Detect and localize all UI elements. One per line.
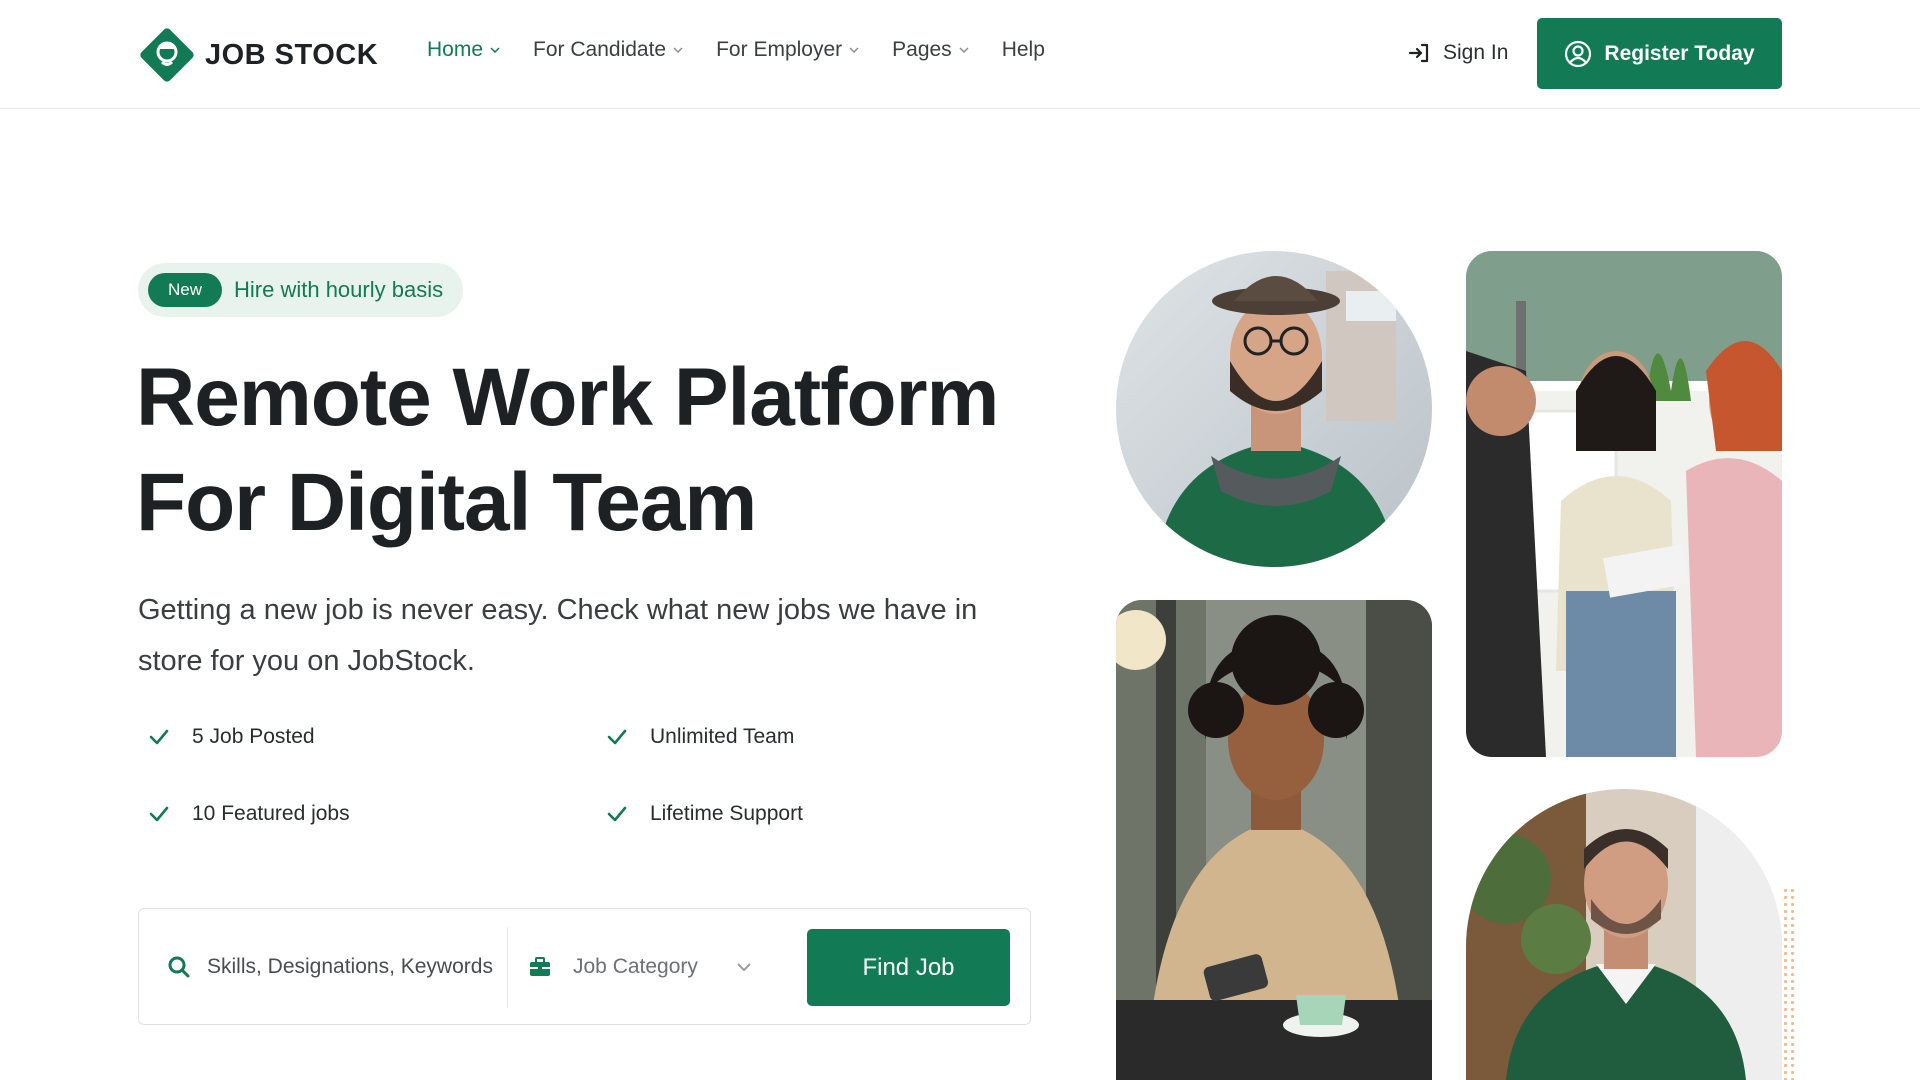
chevron-down-icon: [737, 963, 751, 972]
briefcase-icon: [530, 957, 550, 976]
feature-item: Unlimited Team: [606, 725, 794, 749]
search-divider: [507, 927, 508, 1008]
hero-badge: New Hire with hourly basis: [138, 263, 464, 317]
woman-with-phone-photo: [1116, 600, 1432, 1080]
job-category-select[interactable]: Job Category: [573, 947, 753, 987]
register-label: Register Today: [1604, 41, 1755, 65]
man-with-hat-photo: [1116, 251, 1432, 567]
feature-item: 10 Featured jobs: [148, 802, 350, 826]
check-icon: [607, 806, 627, 822]
main-nav: Home For Candidate For Employer Pages He…: [427, 38, 1077, 62]
nav-item-help[interactable]: Help: [1002, 38, 1045, 62]
team-meeting-photo: [1466, 251, 1782, 757]
job-category-label: Job Category: [573, 955, 698, 978]
user-circle-icon: [1565, 40, 1592, 67]
site-header: JOB STOCK Home For Candidate For Employe…: [0, 0, 1920, 109]
chevron-down-icon: [959, 47, 969, 54]
nav-item-pages[interactable]: Pages: [892, 38, 970, 62]
sign-in-label: Sign In: [1443, 41, 1509, 64]
feature-item: 5 Job Posted: [148, 725, 315, 749]
brand-name: JOB STOCK: [205, 38, 379, 71]
feature-label: 10 Featured jobs: [192, 802, 350, 825]
chevron-down-icon: [673, 47, 683, 54]
nav-item-label: For Candidate: [533, 38, 667, 61]
nav-item-home[interactable]: Home: [427, 38, 501, 62]
feature-label: 5 Job Posted: [192, 725, 315, 748]
find-job-button[interactable]: Find Job: [807, 929, 1010, 1006]
chevron-down-icon: [490, 47, 500, 54]
nav-item-for-employer[interactable]: For Employer: [716, 38, 860, 62]
feature-label: Unlimited Team: [650, 725, 795, 748]
check-icon: [149, 729, 169, 745]
check-icon: [149, 806, 169, 822]
sign-in-icon: [1408, 43, 1429, 63]
check-icon: [607, 729, 627, 745]
nav-item-label: For Employer: [716, 38, 843, 61]
job-search-bar: Job Category Find Job: [138, 908, 1031, 1025]
hero-title-line-1: Remote Work Platform: [136, 352, 999, 443]
nav-item-for-candidate[interactable]: For Candidate: [533, 38, 684, 62]
decorative-dots: [1782, 887, 1794, 1080]
register-button[interactable]: Register Today: [1537, 18, 1782, 89]
hero-title-line-2: For Digital Team: [136, 457, 757, 548]
feature-label: Lifetime Support: [650, 802, 803, 825]
search-icon: [168, 956, 190, 978]
hero-subtitle: Getting a new job is never easy. Check w…: [138, 594, 978, 677]
nav-item-label: Pages: [892, 38, 952, 61]
shield-badge-icon: [140, 28, 194, 82]
new-pill: New: [148, 273, 223, 307]
hero-title: Remote Work Platform For Digital Team: [136, 345, 1056, 555]
keyword-search-input[interactable]: [207, 947, 499, 987]
feature-list: 5 Job Posted Unlimited Team 10 Featured …: [148, 725, 848, 855]
badge-text: Hire with hourly basis: [234, 277, 444, 302]
feature-item: Lifetime Support: [606, 802, 803, 826]
nav-item-label: Help: [1001, 38, 1045, 61]
nav-item-label: Home: [427, 38, 484, 61]
chevron-down-icon: [849, 47, 859, 54]
man-looking-up-photo: [1466, 789, 1782, 1080]
sign-in-link[interactable]: Sign In: [1407, 41, 1508, 65]
brand-logo[interactable]: JOB STOCK: [137, 25, 378, 85]
